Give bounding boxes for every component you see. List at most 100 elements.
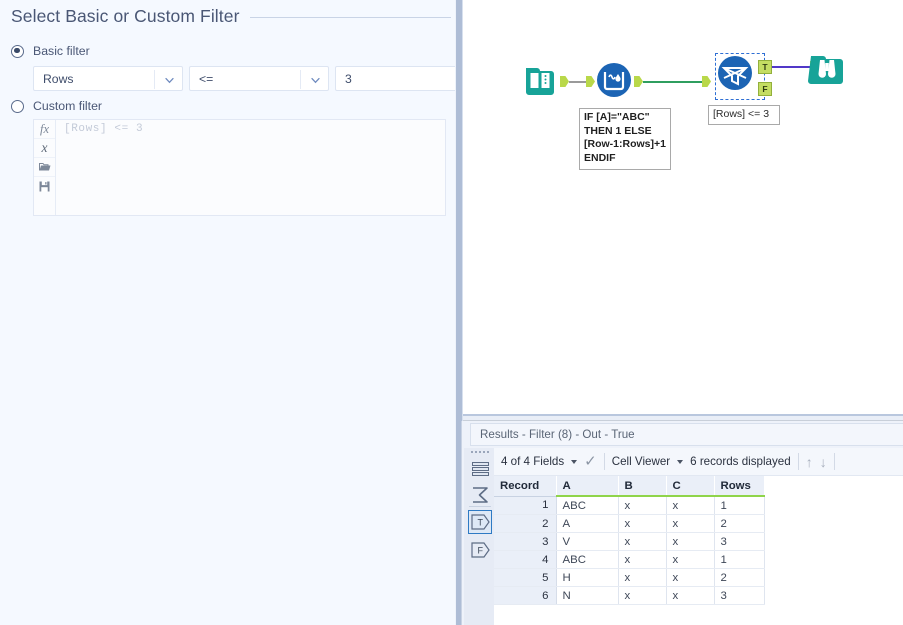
table-row[interactable]: 1 ABC x x 1 [494,496,765,515]
column-header-c[interactable]: C [666,476,715,497]
column-header-a[interactable]: A [556,476,619,497]
operator-select-separator [300,70,301,89]
cell-value[interactable]: x [666,568,715,587]
results-table: Record A B C Rows 1 ABC x x 1 2 Ax x 2 3 Vx x 3 4 ABC x… [494,476,765,605]
browse-binoculars-icon[interactable] [808,49,846,87]
cell-value[interactable]: x [618,496,667,515]
open-folder-icon[interactable] [34,158,55,177]
arrow-up-icon[interactable]: ↑ [806,455,813,469]
custom-filter-expression-editor[interactable]: fx x [Rows] <= 3 [33,119,446,216]
fields-selector-label[interactable]: 4 of 4 Fields [501,455,564,468]
filter-config-panel: Select Basic or Custom Filter Basic filt… [0,0,467,625]
cell-value[interactable]: x [618,550,667,569]
cell-record-number[interactable]: 6 [494,586,557,605]
page-title: Select Basic or Custom Filter [11,5,240,26]
svg-text:F: F [477,546,483,556]
cell-value[interactable]: x [666,514,715,533]
cell-value[interactable]: 2 [714,514,765,533]
records-displayed-label: 6 records displayed [690,455,791,468]
cell-value[interactable]: x [666,532,715,551]
cell-record-number[interactable]: 4 [494,550,557,569]
cell-value[interactable]: N [556,586,619,605]
apply-check-icon[interactable]: ✓ [584,454,597,469]
wire-formula-to-filter[interactable] [643,81,702,83]
sidebar-true-output-icon[interactable]: T [468,510,492,534]
cell-value[interactable]: 1 [714,496,765,515]
cell-value[interactable]: x [618,568,667,587]
filter-operator-select[interactable]: <= [189,66,329,91]
input-data-output-port[interactable] [560,76,569,87]
fx-function-icon[interactable]: fx [34,120,55,139]
wire-filter-to-browse[interactable] [772,66,812,68]
column-header-rows[interactable]: Rows [714,476,765,497]
filter-field-select[interactable]: Rows [33,66,183,91]
cell-value[interactable]: x [666,496,715,515]
x-variable-icon[interactable]: x [34,139,55,158]
cell-value[interactable]: H [556,568,619,587]
cell-value[interactable]: x [618,586,667,605]
results-body: 4 of 4 Fields ✓ Cell Viewer 6 records di… [494,448,903,625]
save-disk-icon[interactable] [34,177,55,196]
cell-value[interactable]: A [556,514,619,533]
filter-funnel-icon[interactable] [717,55,753,91]
cell-value[interactable]: V [556,532,619,551]
multi-row-formula-output-port[interactable] [634,76,643,87]
results-sidebar: T F [464,448,494,625]
table-row[interactable]: 6Nxx3 [494,586,765,605]
workflow-canvas[interactable]: IF [A]="ABC" THEN 1 ELSE [Row-1:Rows]+1 … [463,0,903,416]
expression-placeholder-text[interactable]: [Rows] <= 3 [56,120,445,215]
custom-filter-radio-row[interactable]: Custom filter [11,99,102,113]
cell-value[interactable]: ABC [556,550,619,569]
cell-value[interactable]: 2 [714,568,765,587]
cell-value[interactable]: 3 [714,532,765,551]
cell-value[interactable]: x [618,532,667,551]
multi-row-formula-input-port[interactable] [586,76,595,87]
cell-value[interactable]: ABC [556,496,619,515]
toolbar-separator [833,453,835,470]
filter-input-port[interactable] [702,76,711,87]
input-data-book-icon[interactable] [522,62,558,98]
sidebar-drag-grip[interactable] [471,451,489,455]
column-header-record[interactable]: Record [494,476,557,497]
wire-input-to-formula[interactable] [569,81,586,83]
cell-record-number[interactable]: 2 [494,514,557,533]
sidebar-false-output-icon[interactable]: F [468,538,492,562]
table-row[interactable]: 2Axx2 [494,514,765,533]
basic-filter-radio-row[interactable]: Basic filter [11,44,90,58]
cell-value[interactable]: 1 [714,550,765,569]
table-row[interactable]: 4 ABC x x 1 [494,550,765,569]
custom-filter-label: Custom filter [33,99,103,113]
cell-record-number[interactable]: 5 [494,568,557,587]
arrow-down-icon[interactable]: ↓ [820,455,827,469]
basic-filter-radio[interactable] [11,44,24,58]
cell-value[interactable]: x [618,514,667,533]
chevron-down-icon[interactable] [571,459,578,464]
expression-toolbar: fx x [34,120,56,215]
cell-value[interactable]: x [666,586,715,605]
results-grid[interactable]: Record A B C Rows 1 ABC x x 1 2 Ax x 2 3 Vx x 3 4 ABC x… [494,476,903,605]
sidebar-records-icon[interactable] [468,457,492,481]
chevron-down-icon[interactable] [311,76,320,85]
sidebar-separator [469,506,491,507]
chevron-down-icon[interactable] [677,459,684,464]
results-title: Results - Filter (8) - Out - True [480,428,635,441]
sidebar-summary-sigma-icon[interactable] [468,483,492,507]
results-titlebar[interactable]: Results - Filter (8) - Out - True [470,423,903,446]
chevron-down-icon[interactable] [165,76,174,85]
cell-record-number[interactable]: 1 [494,496,557,515]
table-row[interactable]: 3Vxx3 [494,532,765,551]
table-row[interactable]: 5Hxx2 [494,568,765,587]
cell-value[interactable]: x [666,550,715,569]
toolbar-separator [797,453,799,470]
filter-false-output-port[interactable]: F [758,82,772,96]
custom-filter-radio[interactable] [11,99,24,113]
column-header-b[interactable]: B [618,476,667,497]
basic-filter-controls: Rows <= 3 [33,66,467,91]
cell-value[interactable]: 3 [714,586,765,605]
multi-row-formula-icon[interactable] [596,62,632,98]
cell-viewer-label[interactable]: Cell Viewer [612,455,670,468]
cell-record-number[interactable]: 3 [494,532,557,551]
filter-true-output-port[interactable]: T [758,60,772,74]
filter-annotation: [Rows] <= 3 [708,105,780,125]
filter-value-input[interactable]: 3 [335,66,467,91]
